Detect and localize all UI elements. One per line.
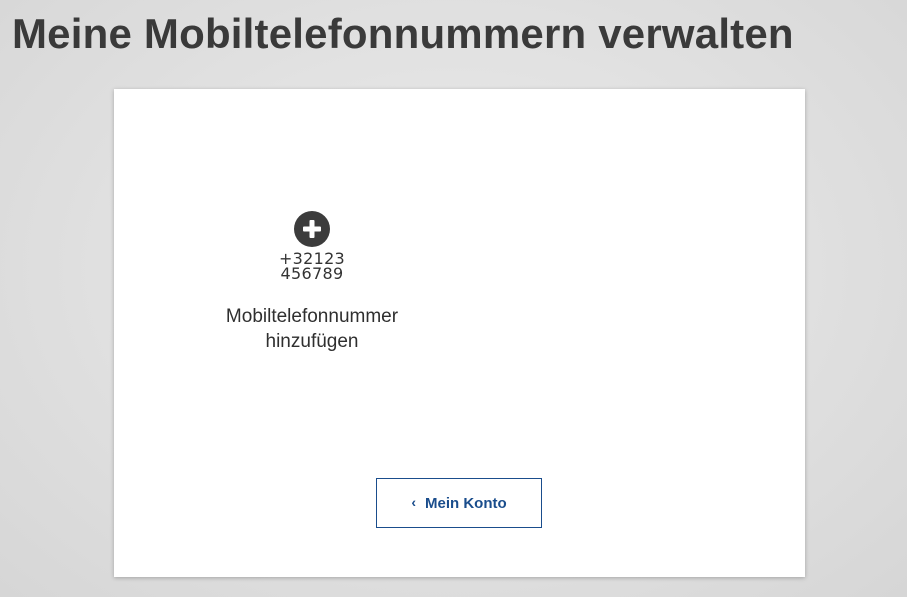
- sample-phone-number-line2: 456789: [280, 264, 344, 283]
- page-title: Meine Mobiltelefonnummern verwalten: [12, 10, 794, 57]
- phone-numbers-card: +32123 456789 Mobiltelefonnummer hinzufü…: [114, 89, 805, 577]
- add-mobile-number-label-line1[interactable]: Mobiltelefonnummer: [184, 304, 440, 329]
- plus-circle-icon[interactable]: [294, 211, 330, 247]
- my-account-button[interactable]: ‹ Mein Konto: [376, 478, 542, 528]
- my-account-button-label: Mein Konto: [425, 494, 507, 512]
- chevron-left-icon: ‹: [411, 494, 416, 510]
- add-mobile-number-tile[interactable]: +32123 456789 Mobiltelefonnummer hinzufü…: [184, 211, 440, 354]
- add-mobile-number-label[interactable]: Mobiltelefonnummer hinzufügen: [184, 304, 440, 354]
- sample-phone-number: +32123 456789: [184, 251, 440, 283]
- add-mobile-number-label-line2[interactable]: hinzufügen: [184, 329, 440, 354]
